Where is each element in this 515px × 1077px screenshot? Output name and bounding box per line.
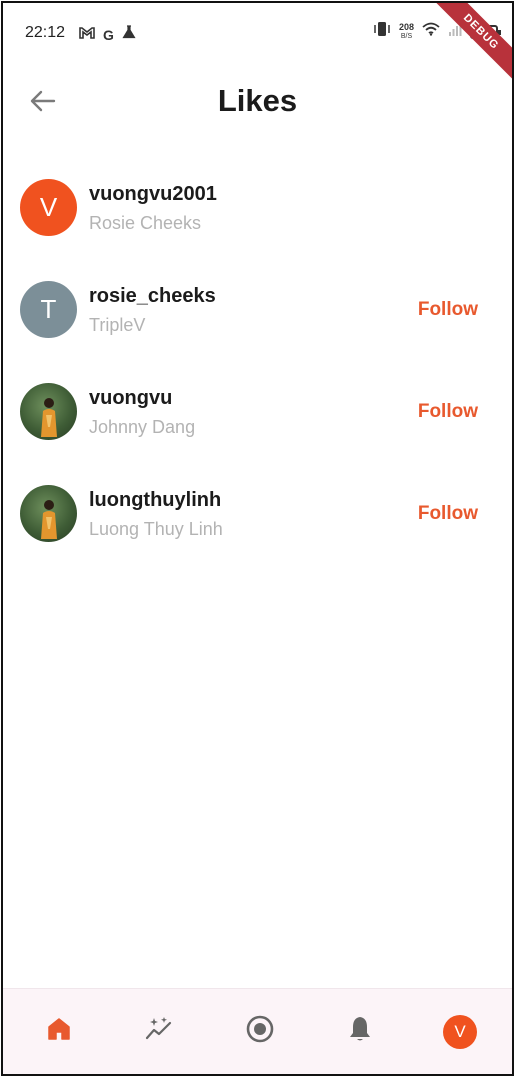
follow-button[interactable]: Follow bbox=[418, 299, 478, 321]
list-item[interactable]: luongthuylinh Luong Thuy Linh Follow bbox=[3, 459, 512, 561]
gmail-icon bbox=[79, 26, 95, 44]
display-name: TripleV bbox=[89, 315, 146, 335]
nav-trending[interactable] bbox=[139, 1012, 179, 1052]
home-icon bbox=[46, 1016, 72, 1047]
username[interactable]: rosie_cheeks bbox=[89, 285, 216, 308]
list-item[interactable]: vuongvu Johnny Dang Follow bbox=[3, 357, 512, 459]
nav-record[interactable] bbox=[240, 1012, 280, 1052]
avatar[interactable]: T bbox=[20, 281, 77, 338]
display-name: Johnny Dang bbox=[89, 417, 196, 437]
nav-profile[interactable]: V bbox=[440, 1012, 480, 1052]
google-icon: G bbox=[103, 26, 114, 43]
flask-icon bbox=[122, 25, 136, 44]
follow-button[interactable]: Follow bbox=[418, 401, 478, 423]
sparkle-trend-icon bbox=[144, 1016, 174, 1047]
list-item[interactable]: V vuongvu2001 Rosie Cheeks bbox=[3, 153, 512, 255]
app-header: Likes bbox=[3, 65, 512, 139]
nav-home[interactable] bbox=[39, 1012, 79, 1052]
bottom-nav: V bbox=[3, 988, 512, 1074]
status-bar: 22:12 G 208 B/S DEBUG bbox=[3, 3, 512, 86]
profile-avatar: V bbox=[443, 1014, 477, 1049]
vibrate-icon bbox=[373, 21, 391, 42]
username[interactable]: vuongvu2001 bbox=[89, 183, 217, 206]
app-screen: 22:12 G 208 B/S DEBUG Likes V vuongvu200… bbox=[1, 1, 514, 1076]
page-title: Likes bbox=[217, 83, 298, 118]
follow-button[interactable]: Follow bbox=[418, 503, 478, 525]
nav-notifications[interactable] bbox=[340, 1012, 380, 1052]
avatar[interactable] bbox=[20, 485, 77, 542]
data-rate: 208 B/S bbox=[398, 21, 414, 40]
username[interactable]: luongthuylinh bbox=[89, 489, 221, 512]
user-photo bbox=[41, 398, 57, 437]
bell-icon bbox=[348, 1015, 372, 1048]
username[interactable]: vuongvu bbox=[89, 387, 172, 410]
user-photo bbox=[41, 500, 57, 539]
display-name: Luong Thuy Linh bbox=[89, 519, 223, 539]
status-time: 22:12 bbox=[25, 24, 66, 41]
notification-icons: G bbox=[79, 25, 136, 44]
wifi-icon bbox=[422, 22, 440, 41]
display-name: Rosie Cheeks bbox=[89, 213, 202, 233]
list-item[interactable]: T rosie_cheeks TripleV Follow bbox=[3, 255, 512, 357]
record-icon bbox=[245, 1014, 275, 1049]
avatar[interactable] bbox=[20, 383, 77, 440]
likes-list: V vuongvu2001 Rosie Cheeks T rosie_cheek… bbox=[3, 153, 512, 561]
avatar[interactable]: V bbox=[20, 179, 77, 236]
